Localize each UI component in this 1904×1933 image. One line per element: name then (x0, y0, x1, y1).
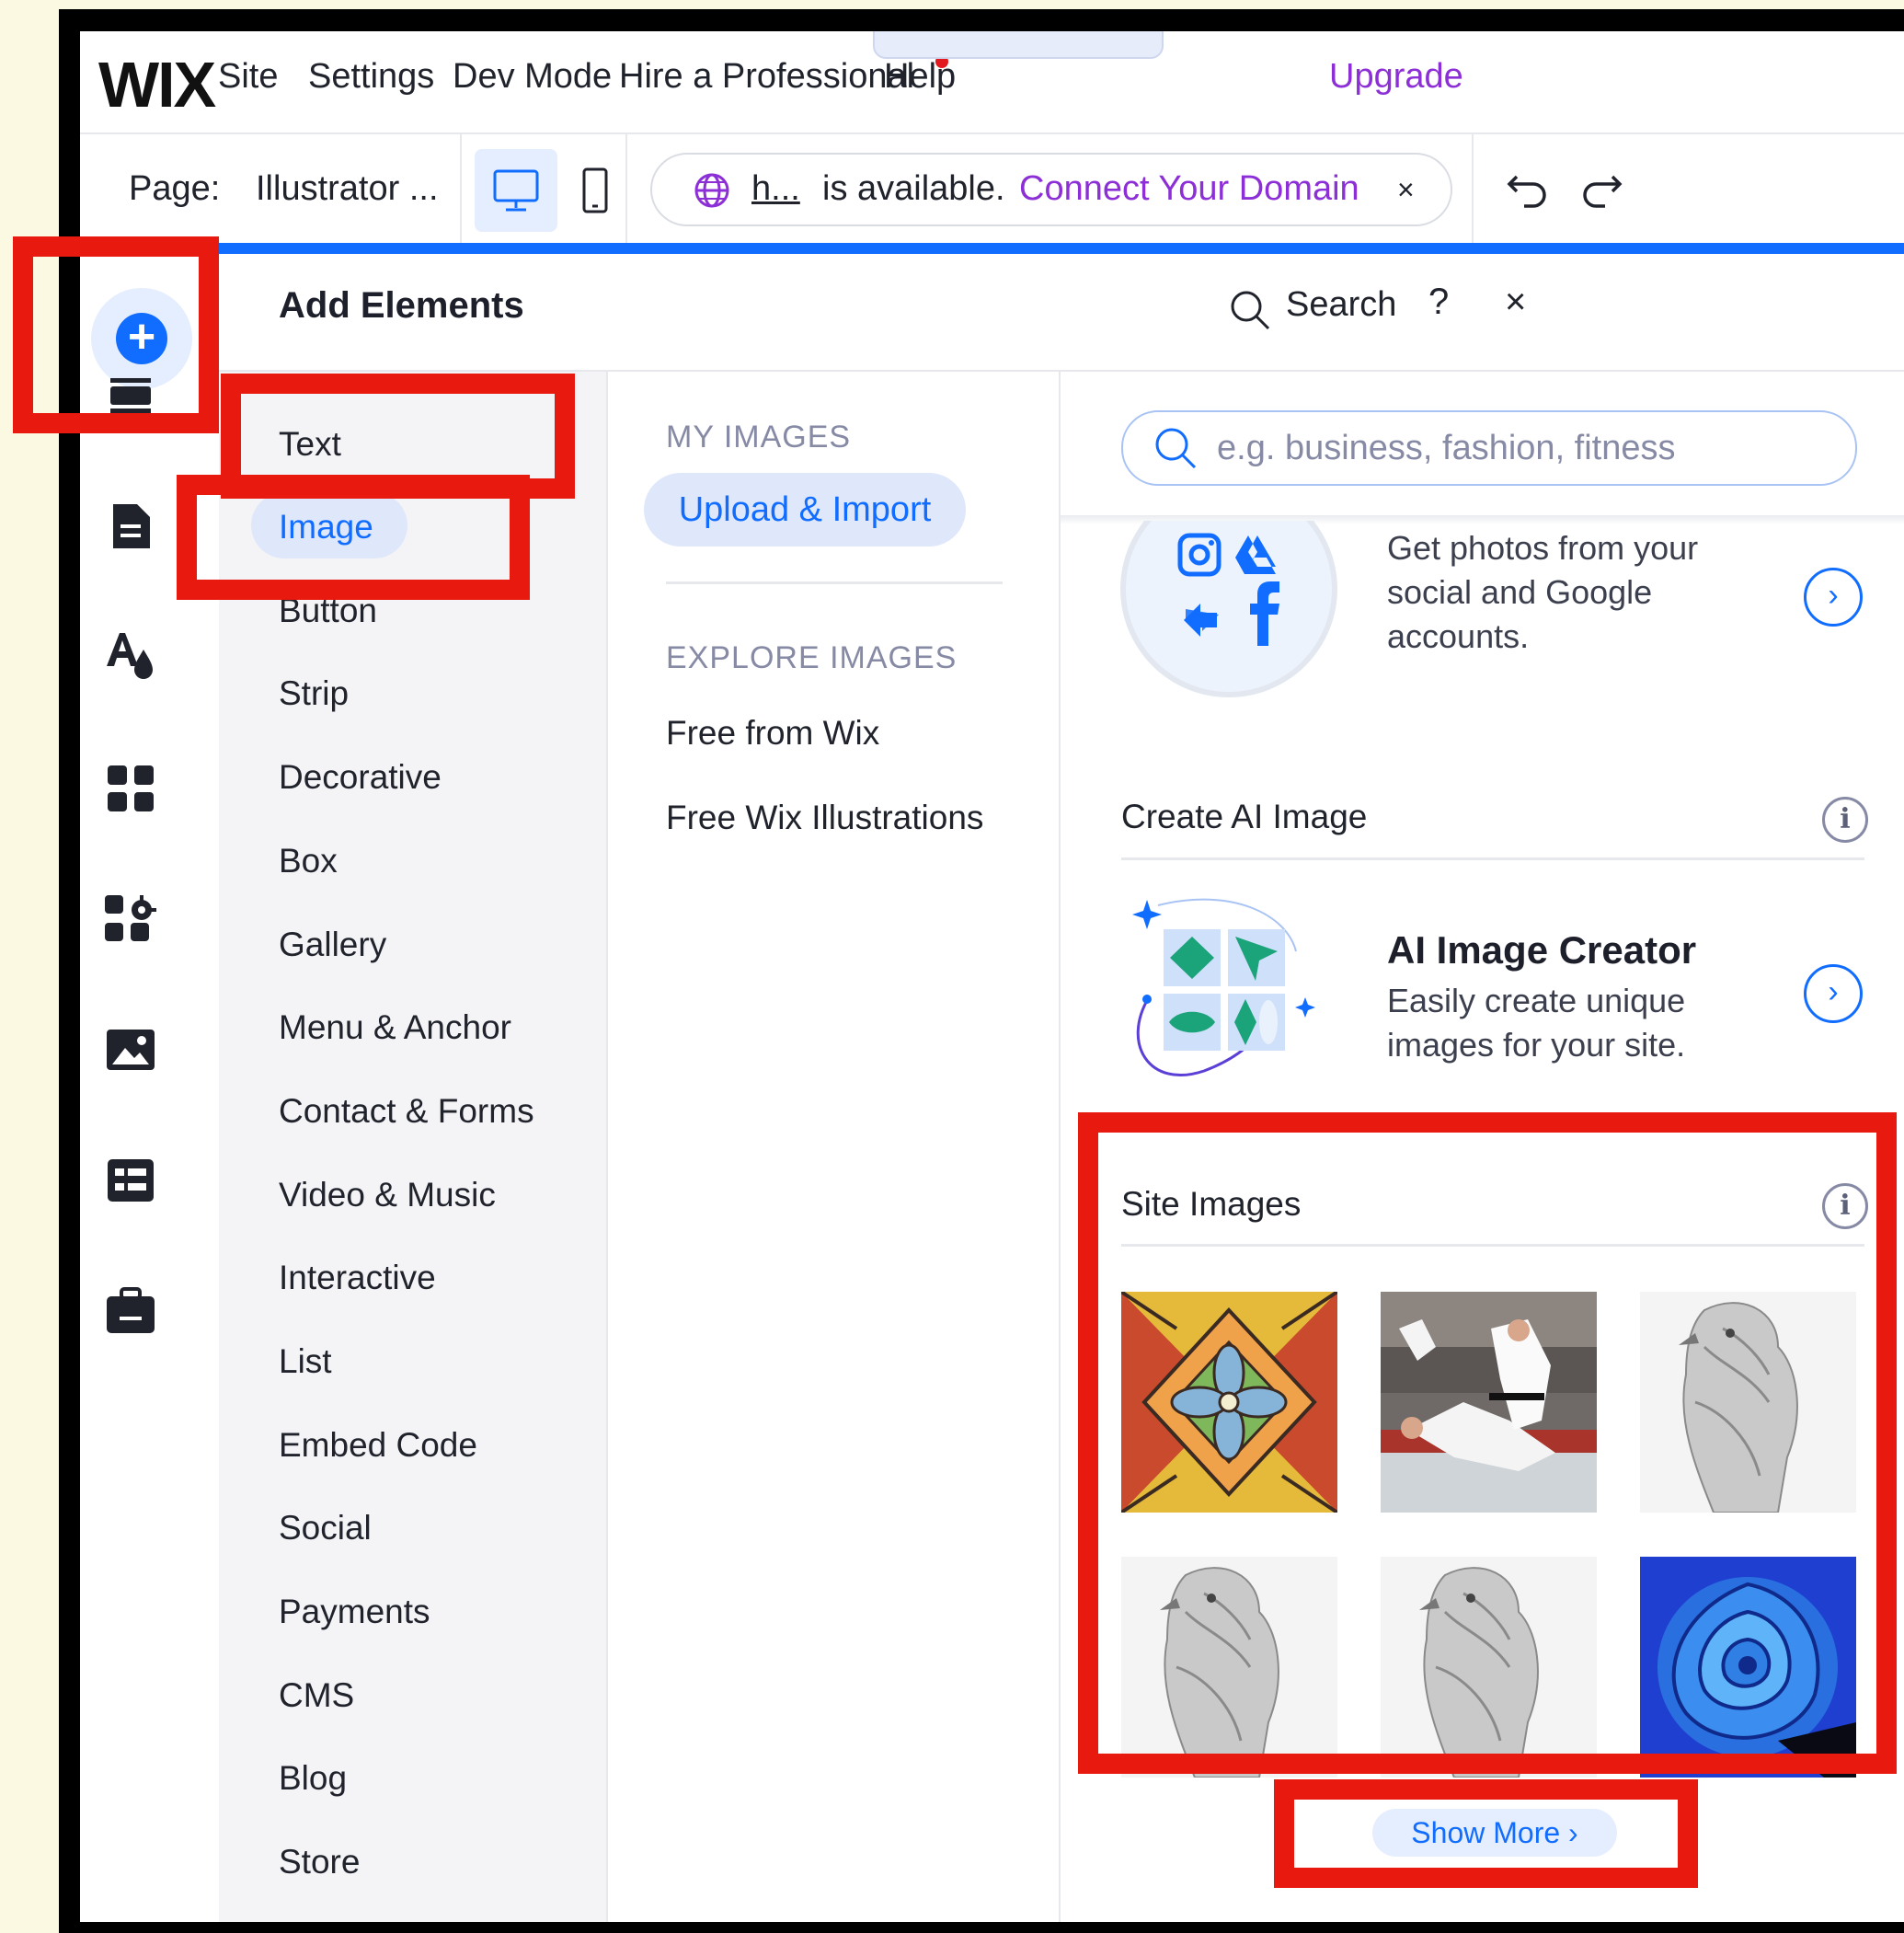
domain-name[interactable]: h... (751, 169, 800, 209)
page-selector[interactable]: Illustrator ... (256, 169, 439, 209)
business-apps-icon[interactable] (100, 889, 161, 949)
ai-card-arrow-icon[interactable]: › (1804, 964, 1863, 1023)
ai-image-creator-title[interactable]: AI Image Creator (1387, 928, 1696, 972)
close-banner-icon[interactable]: × (1397, 173, 1415, 207)
add-elements-panel: Add Elements Search ? × Text Image Butto… (219, 254, 1904, 1922)
category-image[interactable]: Image (279, 508, 373, 547)
my-images-heading: MY IMAGES (666, 420, 852, 454)
wix-editor: WIX Site Settings Dev Mode Hire a Profes… (80, 31, 1904, 1922)
category-interactive[interactable]: Interactive (279, 1259, 436, 1297)
divider (625, 134, 627, 247)
category-text[interactable]: Text (279, 425, 341, 464)
category-gallery[interactable]: Gallery (279, 926, 386, 964)
desktop-icon (493, 169, 539, 212)
site-image-mandala[interactable] (1121, 1292, 1337, 1513)
site-image-bird-sketch-1[interactable] (1640, 1292, 1856, 1513)
category-contact-forms[interactable]: Contact & Forms (279, 1092, 534, 1131)
free-from-wix-link[interactable]: Free from Wix (666, 714, 879, 753)
category-strip[interactable]: Strip (279, 674, 349, 713)
category-social[interactable]: Social (279, 1509, 372, 1548)
divider (1472, 134, 1474, 247)
menu-site[interactable]: Site (218, 57, 278, 97)
category-video-music[interactable]: Video & Music (279, 1176, 496, 1214)
site-image-judo[interactable] (1381, 1292, 1597, 1513)
upgrade-link[interactable]: Upgrade (1329, 57, 1463, 97)
social-card-line-1: Get photos from your (1387, 529, 1699, 567)
divider (666, 581, 1003, 584)
ai-card-line-2: images for your site. (1387, 1026, 1686, 1064)
site-image-blue-rose[interactable] (1640, 1557, 1856, 1778)
wix-logo[interactable]: WIX (98, 48, 216, 121)
apps-icon[interactable] (100, 758, 161, 819)
social-card-line-3: accounts. (1387, 617, 1530, 655)
site-image-bird-sketch-3[interactable] (1381, 1557, 1597, 1778)
social-card-arrow-icon[interactable]: › (1804, 568, 1863, 627)
divider (1121, 1244, 1864, 1247)
menu-settings[interactable]: Settings (308, 57, 434, 97)
media-icon[interactable] (100, 1019, 161, 1080)
panel-title: Add Elements (279, 285, 524, 326)
social-card-line-2: social and Google (1387, 573, 1653, 611)
category-cms[interactable]: CMS (279, 1676, 354, 1715)
domain-banner: h... is available. Connect Your Domain × (650, 153, 1452, 226)
info-icon[interactable]: i (1822, 1183, 1868, 1229)
sections-icon[interactable] (100, 365, 161, 426)
category-list: Text Image Button Strip Decorative Box G… (219, 372, 608, 1922)
category-embed-code[interactable]: Embed Code (279, 1426, 477, 1465)
search-icon[interactable] (1229, 289, 1271, 336)
free-wix-illustrations-link[interactable]: Free Wix Illustrations (666, 799, 983, 837)
divider (1121, 857, 1864, 860)
category-button[interactable]: Button (279, 592, 377, 630)
category-box[interactable]: Box (279, 842, 338, 880)
help-icon[interactable]: ? (1428, 282, 1449, 323)
close-panel-icon[interactable]: × (1505, 282, 1526, 323)
left-toolbar: + (80, 254, 219, 1922)
menu-dev-mode[interactable]: Dev Mode (453, 57, 612, 97)
connect-domain-link[interactable]: Connect Your Domain (1019, 169, 1359, 209)
category-list-item[interactable]: List (279, 1342, 332, 1381)
category-blog[interactable]: Blog (279, 1759, 347, 1798)
category-payments[interactable]: Payments (279, 1593, 430, 1631)
show-more-button[interactable]: Show More › (1372, 1809, 1617, 1857)
category-decorative[interactable]: Decorative (279, 758, 442, 797)
desktop-view-button[interactable] (475, 149, 557, 232)
search-icon (1153, 425, 1199, 476)
image-search-box[interactable] (1121, 410, 1857, 486)
ai-image-creator-icon (1121, 896, 1324, 1094)
redo-icon[interactable] (1577, 164, 1625, 216)
page-bar: Page: Illustrator ... h... is available.… (80, 134, 1904, 247)
explore-images-heading: EXPLORE IMAGES (666, 640, 958, 675)
site-image-bird-sketch-2[interactable] (1121, 1557, 1337, 1778)
add-icon: + (116, 313, 167, 364)
portfolio-icon[interactable] (100, 1281, 161, 1341)
pages-icon[interactable] (100, 496, 161, 557)
globe-icon (693, 171, 731, 214)
menu-hire-professional[interactable]: Hire a Professional (619, 57, 914, 97)
site-images-title: Site Images (1121, 1185, 1302, 1223)
social-accounts-icon (1119, 480, 1338, 697)
panel-header: Add Elements Search ? × (219, 254, 1904, 372)
info-icon[interactable]: i (1822, 797, 1868, 843)
collapse-topbar-tab[interactable]: ˆ (873, 31, 1164, 59)
cms-icon[interactable] (100, 1150, 161, 1211)
mobile-icon (582, 167, 608, 213)
ai-card-line-1: Easily create unique (1387, 982, 1686, 1019)
mobile-view-button[interactable] (554, 149, 637, 232)
category-store[interactable]: Store (279, 1843, 360, 1881)
progress-strip (219, 243, 1904, 254)
undo-icon[interactable] (1504, 164, 1552, 216)
upload-import-button[interactable]: Upload & Import (644, 473, 966, 547)
top-bar: WIX Site Settings Dev Mode Hire a Profes… (80, 31, 1904, 134)
image-subcategory-list: MY IMAGES Upload & Import EXPLORE IMAGES… (608, 372, 1061, 1922)
create-ai-image-title: Create AI Image (1121, 798, 1368, 835)
page-label: Page: (129, 169, 221, 208)
category-menu-anchor[interactable]: Menu & Anchor (279, 1008, 511, 1047)
image-content-area: Get photos from your social and Google a… (1061, 372, 1904, 1922)
image-search-input[interactable] (1215, 425, 1826, 471)
panel-search-button[interactable]: Search (1286, 285, 1396, 325)
design-icon[interactable] (100, 627, 161, 687)
divider (460, 134, 462, 247)
domain-status: is available. (822, 169, 1005, 208)
